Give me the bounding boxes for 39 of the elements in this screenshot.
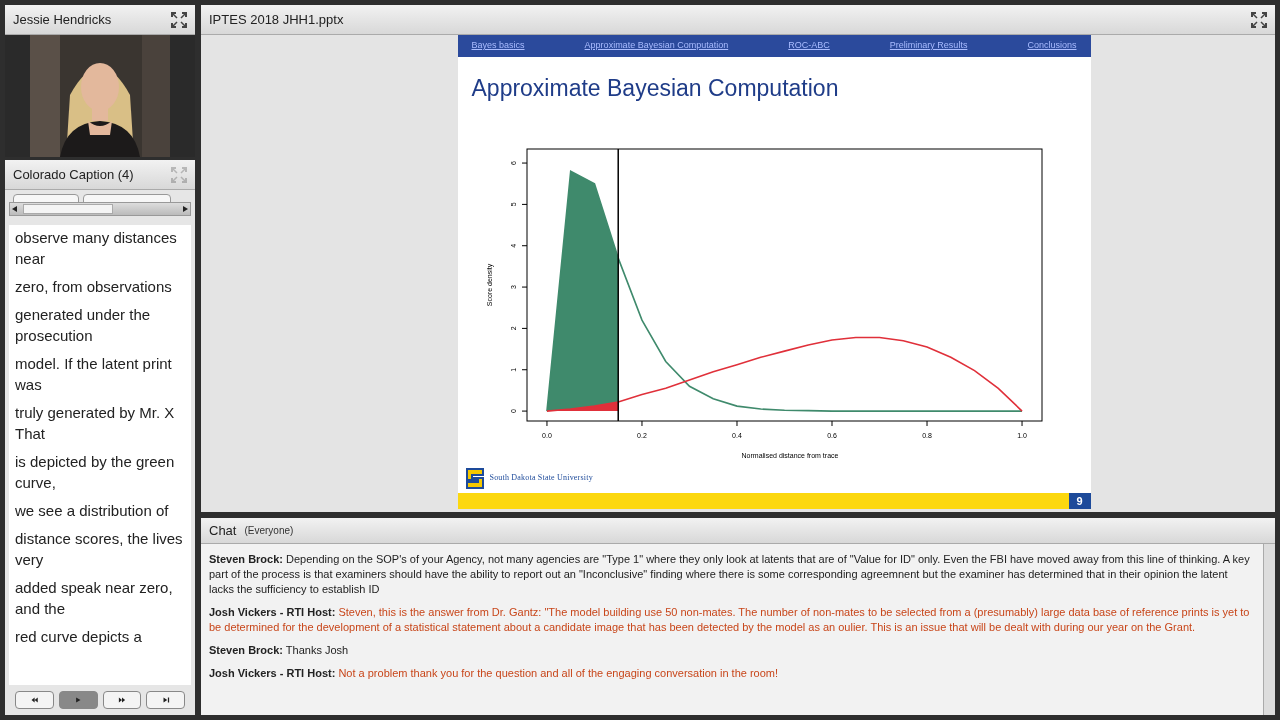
- slide-nav-link[interactable]: Approximate Bayesian Computation: [584, 39, 729, 53]
- fullscreen-icon[interactable]: [171, 11, 187, 28]
- university-name: South Dakota State University: [489, 471, 593, 484]
- audience-label: (Everyone): [244, 524, 294, 538]
- pod-title: Jessie Hendricks: [13, 10, 112, 29]
- caption-line: we see a distribution of: [15, 501, 170, 521]
- rewind-icon: [29, 695, 40, 705]
- slide-nav-link[interactable]: Bayes basics: [471, 39, 525, 53]
- page-number: 9: [1068, 492, 1091, 509]
- caption-line: model. If the latent print was: [15, 354, 173, 395]
- horizontal-scrollbar[interactable]: [9, 202, 191, 216]
- fullscreen-icon[interactable]: [1251, 11, 1267, 28]
- playback-button[interactable]: [15, 691, 54, 709]
- scroll-left-icon[interactable]: [12, 206, 17, 212]
- pod-title: IPTES 2018 JHH1.pptx: [209, 10, 344, 29]
- playback-button[interactable]: [102, 691, 142, 709]
- slide-title: Approximate Bayesian Computation: [470, 73, 840, 103]
- forward-icon: [116, 695, 127, 705]
- pod-title: Chat: [209, 521, 237, 540]
- caption-line: observe many distances near: [15, 228, 178, 269]
- caption-line: is depicted by the green curve,: [15, 452, 176, 493]
- caption-line: truly generated by Mr. X That: [15, 403, 176, 444]
- caption-line: zero, from observations: [15, 277, 173, 297]
- chat-message: Josh Vickers - RTI Host: Not a problem thank you for the question and all of the engaging conversation in the room!: [209, 666, 780, 681]
- playback-button[interactable]: [146, 691, 185, 709]
- chat-message: Steven Brock: Depending on the SOP's of your Agency, not many agencies are "Type 1" where they only look at latents that are of "Value for ID" only. Even the FBI have moved away from this line of thinking. A key part of the process is that examiners should have the ability to report out an "Inconclusive" finding where there is some corresponding agreemnent but the examiner has determined that in their opinion the latent lacks the sufficiency to establish ID: [209, 552, 1251, 597]
- slide-nav-link[interactable]: ROC-ABC: [788, 39, 830, 53]
- vertical-scrollbar[interactable]: [1263, 544, 1275, 715]
- playback-button[interactable]: [58, 691, 98, 709]
- slide-nav-link[interactable]: Preliminary Results: [889, 39, 968, 53]
- caption-line: added speak near zero, and the: [15, 578, 174, 619]
- slide-nav-link[interactable]: Conclusions: [1027, 39, 1077, 53]
- pod-title: Colorado Caption (4): [13, 165, 134, 184]
- chat-message: Steven Brock: Thanks Josh: [209, 643, 350, 658]
- caption-line: red curve depicts a: [15, 627, 143, 647]
- caption-line: generated under the prosecution: [15, 305, 152, 346]
- chat-message: Josh Vickers - RTI Host: Steven, this is the answer from Dr. Gantz: "The model building use 50 non-mates. The number of non-mates to be selected from a (presumably) large data base of reference prints is yet to be determined for the development of a statistical statement about a candidate image that has been detected by the model as an oulier. This is an issue that will be dealt with during our year on the Grant.: [209, 605, 1251, 635]
- scroll-right-icon[interactable]: [183, 206, 188, 212]
- caption-line: distance scores, the lives very: [15, 529, 184, 570]
